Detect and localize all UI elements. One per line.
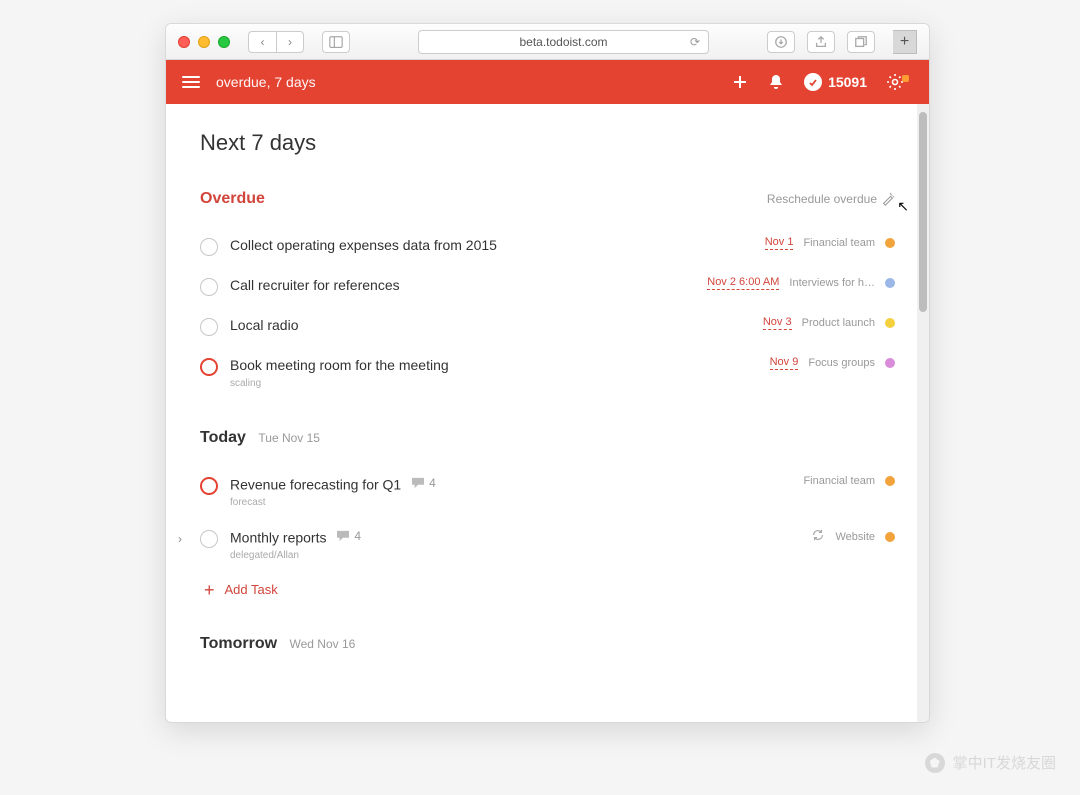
downloads-button[interactable] [767, 31, 795, 53]
task-project[interactable]: Financial team [803, 475, 875, 487]
settings-button[interactable] [877, 73, 913, 91]
cursor-icon: ↖ [897, 198, 909, 215]
task-row[interactable]: Revenue forecasting for Q1 4 forecast Fi… [200, 465, 895, 518]
app-container: overdue, 7 days 15091 Ne [166, 60, 929, 722]
menu-button[interactable] [182, 76, 200, 88]
project-color-dot [885, 238, 895, 248]
task-project[interactable]: Financial team [803, 237, 875, 249]
reschedule-overdue-link[interactable]: Reschedule overdue [767, 192, 895, 206]
browser-titlebar: ‹ › beta.todoist.com ⟳ + [166, 24, 929, 60]
minimize-window-button[interactable] [198, 36, 210, 48]
task-title: Revenue forecasting for Q1 4 [230, 475, 791, 495]
comment-icon [411, 477, 425, 489]
task-checkbox[interactable] [200, 238, 218, 256]
quick-add-button[interactable] [722, 73, 758, 91]
watermark-icon [925, 753, 945, 773]
window-controls [178, 36, 230, 48]
plus-icon: + [204, 581, 215, 599]
comments-indicator[interactable]: 4 [411, 475, 436, 492]
app-header: overdue, 7 days 15091 [166, 60, 929, 104]
project-color-dot [885, 532, 895, 542]
page-title: Next 7 days [200, 130, 895, 156]
karma-points: 15091 [828, 74, 867, 90]
task-title: Call recruiter for references [230, 276, 695, 296]
watermark: 掌中IT发烧友圈 [925, 752, 1056, 773]
task-row[interactable]: Book meeting room for the meeting scalin… [200, 346, 895, 399]
karma-icon [804, 73, 822, 91]
sidebar-toggle-button[interactable] [322, 31, 350, 53]
task-checkbox[interactable] [200, 278, 218, 296]
task-title: Monthly reports 4 [230, 528, 799, 548]
task-subtext: forecast [230, 497, 791, 508]
task-date[interactable]: Nov 3 [763, 316, 792, 330]
section-sub-tomorrow: Wed Nov 16 [289, 637, 355, 651]
task-project[interactable]: Website [835, 531, 875, 543]
task-project[interactable]: Interviews for h… [789, 277, 875, 289]
task-subtext: delegated/Allan [230, 550, 799, 561]
project-color-dot [885, 278, 895, 288]
comment-icon [336, 530, 350, 542]
notifications-button[interactable] [758, 73, 794, 91]
section-today-header: Today Tue Nov 15 [200, 429, 895, 447]
browser-right-controls: + [767, 30, 917, 54]
karma-score[interactable]: 15091 [804, 73, 867, 91]
add-task-button[interactable]: + Add Task [200, 571, 895, 609]
section-title-overdue: Overdue [200, 190, 265, 208]
address-bar[interactable]: beta.todoist.com ⟳ [418, 30, 709, 54]
reload-button[interactable]: ⟳ [690, 35, 700, 49]
app-body: Next 7 days Overdue Reschedule overdue ↖… [166, 104, 929, 722]
section-tomorrow-header: Tomorrow Wed Nov 16 [200, 635, 895, 653]
scrollbar-thumb[interactable] [919, 112, 927, 312]
recurring-icon [811, 528, 825, 547]
section-overdue-header: Overdue Reschedule overdue ↖ [200, 190, 895, 208]
task-checkbox[interactable] [200, 477, 218, 495]
section-title-today: Today [200, 429, 246, 446]
maximize-window-button[interactable] [218, 36, 230, 48]
task-checkbox[interactable] [200, 318, 218, 336]
task-project[interactable]: Focus groups [808, 357, 875, 369]
task-row[interactable]: Local radio Nov 3 Product launch [200, 306, 895, 346]
project-color-dot [885, 318, 895, 328]
task-checkbox[interactable] [200, 530, 218, 548]
new-tab-button[interactable]: + [893, 30, 917, 54]
expand-subtasks-button[interactable]: › [178, 528, 192, 546]
comments-indicator[interactable]: 4 [336, 528, 361, 545]
task-checkbox[interactable] [200, 358, 218, 376]
section-title-tomorrow: Tomorrow [200, 635, 277, 652]
scrollbar-track[interactable] [917, 104, 929, 722]
task-date[interactable]: Nov 2 6:00 AM [707, 276, 779, 290]
forward-button[interactable]: › [276, 31, 304, 53]
task-date[interactable]: Nov 1 [765, 236, 794, 250]
nav-buttons: ‹ › [248, 31, 304, 53]
close-window-button[interactable] [178, 36, 190, 48]
task-subtext: scaling [230, 378, 758, 389]
task-title: Collect operating expenses data from 201… [230, 236, 753, 256]
task-row[interactable]: Call recruiter for references Nov 2 6:00… [200, 266, 895, 306]
content-area: Next 7 days Overdue Reschedule overdue ↖… [166, 104, 929, 722]
task-project[interactable]: Product launch [802, 317, 875, 329]
url-text: beta.todoist.com [519, 35, 607, 49]
back-button[interactable]: ‹ [248, 31, 276, 53]
task-date[interactable]: Nov 9 [770, 356, 799, 370]
task-title: Local radio [230, 316, 751, 336]
task-row[interactable]: › Monthly reports 4 delegated/Allan [200, 518, 895, 571]
task-title: Book meeting room for the meeting [230, 356, 758, 376]
project-color-dot [885, 476, 895, 486]
project-color-dot [885, 358, 895, 368]
browser-window: ‹ › beta.todoist.com ⟳ + [165, 23, 930, 723]
section-sub-today: Tue Nov 15 [258, 431, 320, 445]
task-row[interactable]: Collect operating expenses data from 201… [200, 226, 895, 266]
breadcrumb: overdue, 7 days [216, 74, 316, 90]
tabs-button[interactable] [847, 31, 875, 53]
share-button[interactable] [807, 31, 835, 53]
wand-icon [881, 192, 895, 206]
